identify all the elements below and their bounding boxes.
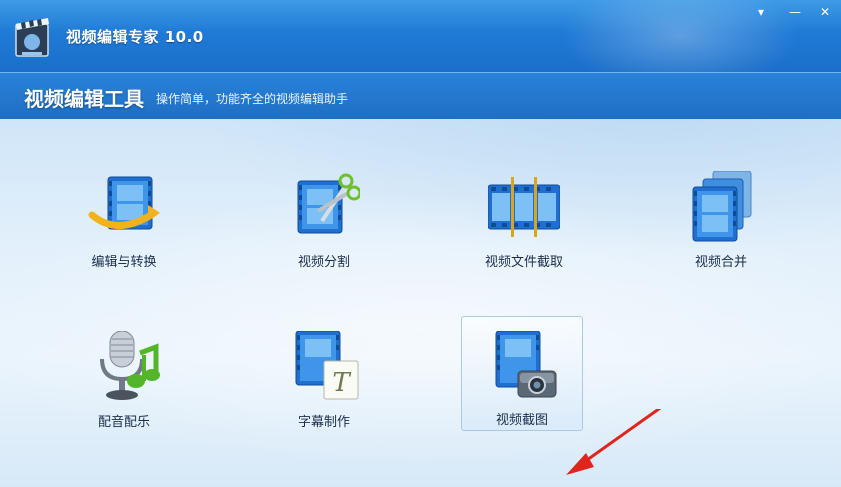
film-convert-icon — [88, 176, 160, 230]
tool-label: 字幕制作 — [297, 415, 350, 430]
tool-clip[interactable]: 视频文件截取 — [464, 171, 584, 283]
tool-label: 视频合并 — [694, 255, 747, 270]
tool-split[interactable]: 视频分割 — [264, 171, 384, 283]
tool-label: 视频分割 — [297, 255, 350, 270]
section-header: 视频编辑工具 操作简单，功能齐全的视频编辑助手 — [0, 72, 841, 120]
app-logo-icon — [15, 18, 49, 57]
microphone-music-icon — [100, 331, 160, 400]
tool-dubbing[interactable]: 配音配乐 — [64, 331, 184, 443]
title-bar: 视频编辑专家 10.0 ▾ — ✕ — [0, 0, 841, 72]
tool-subtitle[interactable]: T 字幕制作 — [264, 331, 384, 443]
film-merge-icon — [692, 171, 752, 242]
tool-label: 视频文件截取 — [484, 255, 563, 270]
tools-panel: 编辑与转换 视频分割 视频文件截取 视频合并 配音配乐 T 字幕制作 视频截图 — [0, 119, 841, 487]
svg-text:T: T — [332, 368, 351, 398]
section-subtitle: 操作简单，功能齐全的视频编辑助手 — [156, 92, 349, 106]
film-camera-icon — [495, 331, 557, 398]
tool-edit-convert[interactable]: 编辑与转换 — [64, 171, 184, 283]
app-title: 视频编辑专家 10.0 — [66, 28, 204, 46]
film-scissors-icon — [297, 173, 360, 234]
tool-label: 配音配乐 — [97, 415, 150, 430]
tool-merge[interactable]: 视频合并 — [661, 171, 781, 283]
menu-dropdown-button[interactable]: ▾ — [752, 4, 770, 20]
film-strip-cut-icon — [488, 177, 560, 237]
section-title: 视频编辑工具 — [24, 87, 144, 111]
close-button[interactable]: ✕ — [816, 4, 834, 20]
film-subtitle-icon: T — [295, 331, 359, 400]
tool-label: 编辑与转换 — [91, 255, 157, 270]
annotation-arrow-icon — [566, 409, 662, 475]
minimize-button[interactable]: — — [786, 4, 804, 20]
